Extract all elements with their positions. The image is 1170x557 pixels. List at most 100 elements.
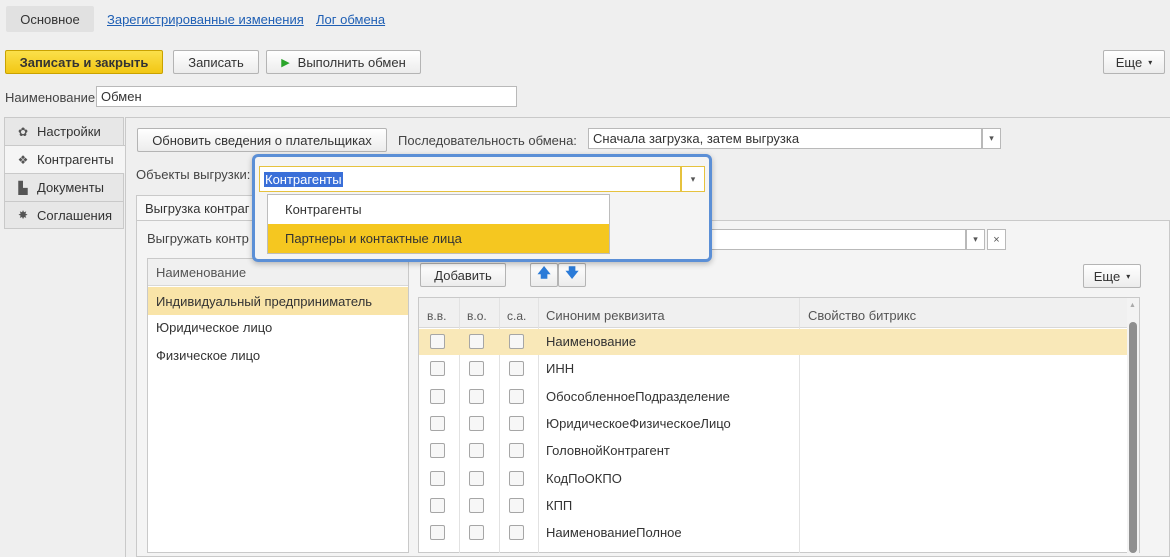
checkbox-sa[interactable] <box>509 443 524 458</box>
left-list-header: Наименование <box>148 259 408 286</box>
export-objects-label: Объекты выгрузки: <box>136 167 251 182</box>
list-item-label: Юридическое лицо <box>156 319 273 335</box>
list-item[interactable]: Физическое лицо <box>148 341 408 369</box>
column-header-vo[interactable]: в.о. <box>467 309 487 323</box>
gear-icon: ✿ <box>17 124 29 139</box>
export-objects-input[interactable]: Контрагенты <box>259 166 681 192</box>
sidebar-item-counterparties[interactable]: ❖ Контрагенты <box>4 145 126 173</box>
tab-registered-changes[interactable]: Зарегистрированные изменения <box>107 12 304 27</box>
more-button-top[interactable]: Еще ▾ <box>1103 50 1165 74</box>
add-button[interactable]: Добавить <box>420 263 506 287</box>
sequence-label: Последовательность обмена: <box>398 133 577 148</box>
checkbox-vo[interactable] <box>469 389 484 404</box>
checkbox-vv[interactable] <box>430 416 445 431</box>
dropdown-option-partners[interactable]: Партнеры и контактные лица <box>268 224 609 253</box>
run-exchange-label: Выполнить обмен <box>297 54 406 70</box>
table-scrollbar-thumb[interactable] <box>1129 322 1137 553</box>
row-synonym: ОбособленноеПодразделение <box>546 389 730 404</box>
list-item[interactable]: Индивидуальный предприниматель <box>148 287 408 315</box>
more-label: Еще <box>1093 268 1121 284</box>
checkbox-vv[interactable] <box>430 443 445 458</box>
export-counterparties-dropdown-button[interactable]: ▾ <box>966 229 985 250</box>
move-down-button[interactable]: 🡇 <box>558 263 586 287</box>
dropdown-option-label: Партнеры и контактные лица <box>285 231 462 246</box>
save-and-close-button[interactable]: Записать и закрыть <box>5 50 163 74</box>
update-payers-button[interactable]: Обновить сведения о плательщиках <box>137 128 387 152</box>
people-icon: ❖ <box>17 152 29 167</box>
checkbox-vo[interactable] <box>469 471 484 486</box>
sidebar-item-documents[interactable]: ▙ Документы <box>4 173 124 201</box>
list-item-label: Индивидуальный предприниматель <box>156 293 373 309</box>
move-up-button[interactable]: 🡅 <box>530 263 558 287</box>
column-header-vv[interactable]: в.в. <box>427 309 446 323</box>
sequence-dropdown-button[interactable]: ▾ <box>982 128 1001 149</box>
list-item-label: Физическое лицо <box>156 347 261 363</box>
checkbox-sa[interactable] <box>509 471 524 486</box>
checkbox-sa[interactable] <box>509 416 524 431</box>
tab-exchange-log[interactable]: Лог обмена <box>316 12 385 27</box>
row-synonym: Наименование <box>546 334 637 349</box>
checkbox-vv[interactable] <box>430 471 445 486</box>
checkbox-vo[interactable] <box>469 525 484 540</box>
checkbox-sa[interactable] <box>509 389 524 404</box>
sequence-value: Сначала загрузка, затем выгрузка <box>593 131 800 146</box>
sidebar-item-agreements[interactable]: ✸ Соглашения <box>4 201 124 229</box>
export-counterparties-label: Выгружать контр <box>147 231 249 246</box>
table-row-highlight <box>419 329 1127 355</box>
row-synonym: КПП <box>546 498 573 513</box>
checkbox-sa[interactable] <box>509 361 524 376</box>
clear-icon[interactable]: × <box>987 229 1006 250</box>
row-synonym: ГоловнойКонтрагент <box>546 443 670 458</box>
name-label: Наименование: <box>5 90 99 105</box>
export-counterparties-input[interactable] <box>700 229 966 250</box>
save-label: Записать <box>188 54 244 70</box>
more-button-table[interactable]: Еще ▾ <box>1083 264 1141 288</box>
save-button[interactable]: Записать <box>173 50 259 74</box>
column-header-sa[interactable]: с.а. <box>507 309 526 323</box>
row-synonym: ИНН <box>546 361 575 376</box>
tab-main[interactable]: Основное <box>6 6 94 32</box>
checkbox-vv[interactable] <box>430 334 445 349</box>
update-payers-label: Обновить сведения о плательщиках <box>152 132 372 148</box>
run-exchange-button[interactable]: ▶ Выполнить обмен <box>266 50 421 74</box>
sidebar-item-label: Документы <box>37 180 105 195</box>
export-tab-label: Выгрузка контраг <box>145 201 250 216</box>
row-synonym: НаименованиеПолное <box>546 525 682 540</box>
export-objects-value: Контрагенты <box>264 171 343 187</box>
checkbox-vo[interactable] <box>469 361 484 376</box>
dropdown-option-counterparties[interactable]: Контрагенты <box>268 195 609 223</box>
checkbox-sa[interactable] <box>509 498 524 513</box>
name-value: Обмен <box>101 89 142 104</box>
row-synonym: КодПоОКПО <box>546 471 622 486</box>
checkbox-vv[interactable] <box>430 361 445 376</box>
chevron-down-icon: ▾ <box>1126 271 1131 281</box>
handshake-icon: ✸ <box>17 208 29 222</box>
checkbox-vv[interactable] <box>430 389 445 404</box>
list-item[interactable]: Юридическое лицо <box>148 313 408 341</box>
checkbox-sa[interactable] <box>509 334 524 349</box>
more-label: Еще <box>1115 54 1143 70</box>
checkbox-sa[interactable] <box>509 525 524 540</box>
checkbox-vo[interactable] <box>469 416 484 431</box>
column-header-bitrix-property[interactable]: Свойство битрикс <box>808 308 916 323</box>
chevron-down-icon: ▾ <box>690 173 696 184</box>
chevron-down-icon: ▾ <box>989 133 994 143</box>
sequence-select[interactable]: Сначала загрузка, затем выгрузка <box>588 128 982 149</box>
column-header-synonym[interactable]: Синоним реквизита <box>546 308 665 323</box>
checkbox-vo[interactable] <box>469 334 484 349</box>
checkbox-vo[interactable] <box>469 443 484 458</box>
name-input[interactable]: Обмен <box>96 86 517 107</box>
sidebar-item-label: Соглашения <box>37 207 113 223</box>
tab-main-label: Основное <box>20 11 80 27</box>
export-objects-dropdown-button[interactable]: ▾ <box>681 166 705 192</box>
checkbox-vv[interactable] <box>430 498 445 513</box>
chevron-down-icon: ▾ <box>973 234 978 244</box>
checkbox-vv[interactable] <box>430 525 445 540</box>
arrow-down-icon: 🡇 <box>565 265 579 280</box>
sidebar-item-settings[interactable]: ✿ Настройки <box>4 117 124 145</box>
scroll-up-icon[interactable]: ▲ <box>1129 302 1136 309</box>
dropdown-option-label: Контрагенты <box>285 201 362 217</box>
chevron-down-icon: ▾ <box>1148 57 1153 67</box>
save-and-close-label: Записать и закрыть <box>19 54 149 70</box>
checkbox-vo[interactable] <box>469 498 484 513</box>
